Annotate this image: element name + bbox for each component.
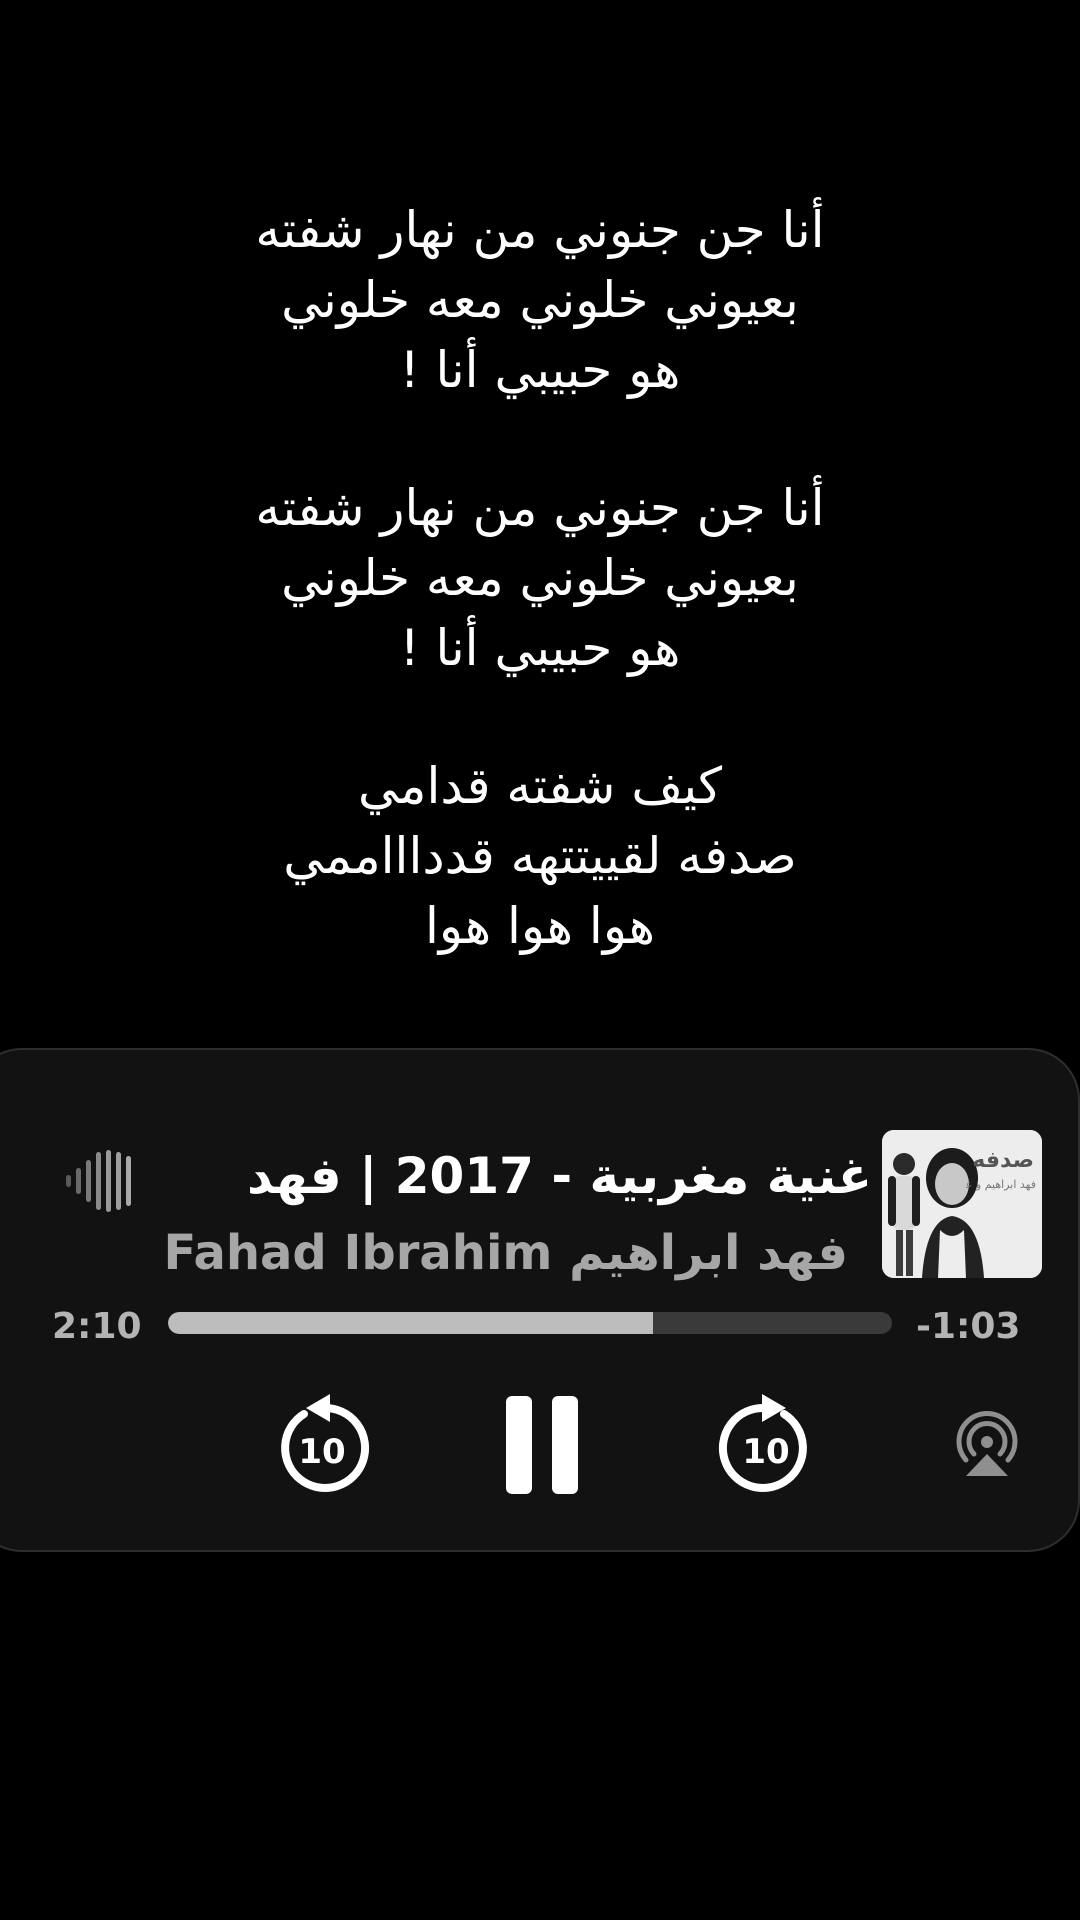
lyric-line: كيف شفته قدامي [357, 757, 722, 815]
lyrics-stanza: كيف شفته قدامي صدفه لقييتتهه قدداااممي ه… [0, 751, 1080, 961]
progress-fill [168, 1312, 654, 1334]
now-playing-screen: أنا جن جنوني من نهار شفته بعيوني خلوني م… [0, 0, 1080, 1920]
track-title[interactable]: غنية مغربية - 2017 | فهد [172, 1140, 872, 1212]
skip-back-button[interactable]: 10 [272, 1388, 372, 1498]
lyric-line: أنا جن جنوني من نهار شفته [255, 201, 825, 259]
lyric-line: هو حبيبي أنا ! [399, 619, 681, 677]
airplay-audio-icon [956, 1410, 1018, 1476]
lyrics-stanza: أنا جن جنوني من نهار شفته بعيوني خلوني م… [0, 195, 1080, 405]
album-artwork-title: صدفه [972, 1148, 1034, 1173]
album-artwork-subtitle: فهد ابراهيم و عنود [966, 1178, 1036, 1191]
lyric-line: هو حبيبي أنا ! [399, 341, 681, 399]
album-artwork[interactable]: صدفه فهد ابراهيم و عنود [882, 1130, 1042, 1278]
now-playing-card[interactable]: غنية مغربية - 2017 | فهد فهد ابراهيم Fah… [0, 1048, 1080, 1552]
lyric-line: بعيوني خلوني معه خلوني [281, 271, 799, 329]
pause-button[interactable] [500, 1392, 584, 1498]
airplay-button[interactable] [952, 1410, 1022, 1480]
skip-forward-button[interactable]: 10 [716, 1388, 816, 1498]
waveform-icon[interactable] [64, 1148, 132, 1214]
pause-icon [506, 1396, 578, 1494]
elapsed-time: 2:10 [52, 1306, 142, 1347]
lyric-line: هوا هوا هوا [424, 897, 656, 955]
track-artist[interactable]: فهد ابراهيم Fahad Ibrahim [164, 1220, 849, 1286]
lyric-line: صدفه لقييتتهه قدداااممي [283, 827, 797, 885]
remaining-time: -1:03 [916, 1306, 1021, 1347]
skip-back-seconds: 10 [298, 1432, 346, 1472]
skip-forward-seconds: 10 [742, 1432, 790, 1472]
lyrics-view: أنا جن جنوني من نهار شفته بعيوني خلوني م… [0, 195, 1080, 961]
progress-scrubber[interactable] [168, 1312, 892, 1334]
lyrics-stanza: أنا جن جنوني من نهار شفته بعيوني خلوني م… [0, 473, 1080, 683]
lyric-line: أنا جن جنوني من نهار شفته [255, 479, 825, 537]
lyric-line: بعيوني خلوني معه خلوني [281, 549, 799, 607]
